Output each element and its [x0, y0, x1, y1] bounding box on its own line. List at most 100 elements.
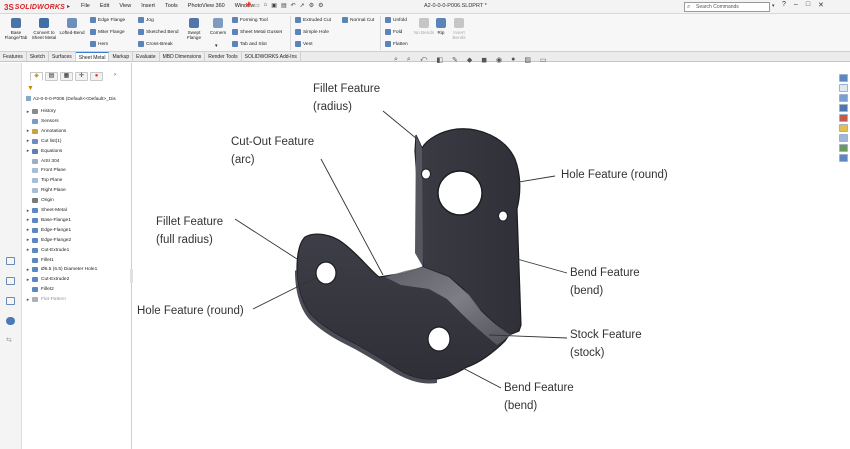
tree-item[interactable]: ▸ History — [24, 107, 56, 116]
print-icon[interactable]: ▤ — [281, 2, 287, 9]
expand-arrow-icon[interactable]: ▸ — [24, 217, 32, 223]
expand-arrow-icon[interactable]: ▸ — [24, 267, 32, 273]
extruded-cut-button[interactable]: Extruded Cut — [295, 17, 331, 23]
tab-and-slot-button[interactable]: Tab and Slot — [232, 41, 267, 47]
tree-item[interactable]: Fillet1 — [24, 256, 54, 265]
expand-arrow-icon[interactable]: ▸ — [24, 128, 32, 134]
tab-features[interactable]: Features — [0, 52, 27, 61]
tree-item[interactable]: ▸ Equations — [24, 147, 63, 156]
new-icon[interactable]: ▭ — [254, 2, 260, 9]
expand-arrow-icon[interactable]: ▸ — [24, 277, 32, 283]
tree-root-part[interactable]: A2-0-0-0-P006 (Default<<Default>_Dis — [26, 96, 116, 102]
tree-item[interactable]: Right Plane — [24, 186, 66, 195]
dimxpert-manager-tab-icon[interactable]: ✛ — [75, 72, 88, 81]
expand-arrow-icon[interactable]: ▸ — [24, 297, 32, 303]
lofted-bend-button[interactable]: Lofted-Bend — [58, 18, 86, 35]
base-flange-button[interactable]: Base Flange/Tab — [2, 18, 30, 40]
search-commands-input[interactable]: ⌕ Search Commands — [684, 2, 770, 12]
view-palette-pane-icon[interactable] — [839, 104, 848, 112]
insert-bends-button[interactable]: Insert Bends — [447, 18, 471, 40]
convert-to-sheet-metal-button[interactable]: Convert to Sheet Metal — [30, 18, 58, 40]
appearances-pane-icon[interactable] — [839, 114, 848, 122]
tree-item[interactable]: ▸ Edge-Flange2 — [24, 236, 71, 245]
expand-arrow-icon[interactable]: ▸ — [24, 138, 32, 144]
forum-pane-icon[interactable] — [839, 134, 848, 142]
graphics-area[interactable]: Fillet Feature (radius) Cut-Out Feature … — [133, 63, 837, 449]
design-library-pane-icon[interactable] — [839, 84, 848, 92]
expand-arrow-icon[interactable]: ▸ — [24, 247, 32, 253]
menu-edit[interactable]: Edit — [99, 2, 110, 10]
tree-item[interactable]: ▸ Cut-Extrude2 — [24, 275, 70, 284]
tree-item[interactable]: Front Plane — [24, 166, 66, 175]
menu-insert[interactable]: Insert — [140, 2, 156, 10]
menu-tools[interactable]: Tools — [164, 2, 179, 10]
edge-flange-button[interactable]: Edge Flange — [90, 17, 125, 23]
corners-button[interactable]: Corners — [206, 18, 230, 35]
file-explorer-icon[interactable] — [6, 277, 15, 285]
solidworks-logo[interactable]: 3S SOLIDWORKS — [4, 2, 65, 12]
expand-arrow-icon[interactable]: ▸ — [24, 148, 32, 154]
menu-photoview[interactable]: PhotoView 360 — [187, 2, 226, 10]
menu-expand-arrow-icon[interactable]: ▸ — [67, 3, 70, 10]
feature-manager-tab-icon[interactable]: ◆ — [30, 72, 43, 81]
tree-item[interactable]: Top Plane — [24, 176, 62, 185]
sheet-metal-bracket-model[interactable] — [133, 63, 837, 449]
tab-evaluate[interactable]: Evaluate — [133, 52, 160, 61]
panel-next-arrow-icon[interactable]: › — [114, 72, 116, 78]
expand-arrow-icon[interactable]: ▸ — [24, 227, 32, 233]
expand-arrow-icon[interactable]: ▸ — [24, 208, 32, 214]
rebuild-icon[interactable]: ⚙ — [309, 2, 314, 9]
tree-item[interactable]: Origin — [24, 196, 54, 205]
tree-item[interactable]: Sensors — [24, 117, 59, 126]
tree-item[interactable]: ▸ Cut-Extrude1 — [24, 246, 70, 255]
minimize-icon[interactable]: – — [794, 1, 798, 9]
tab-surfaces[interactable]: Surfaces — [49, 52, 76, 61]
tab-markup[interactable]: Markup — [109, 52, 134, 61]
expand-arrow-icon[interactable]: ▸ — [24, 237, 32, 243]
hem-button[interactable]: Hem — [90, 41, 108, 47]
corners-dropdown-icon[interactable]: ▾ — [215, 43, 218, 49]
custom-properties-icon[interactable]: ⇆ — [6, 337, 15, 345]
design-library-icon[interactable] — [6, 257, 15, 265]
tree-item[interactable]: Fillet2 — [24, 285, 54, 294]
sketched-bend-button[interactable]: Sketched Bend — [138, 29, 179, 35]
tree-item[interactable]: ▸ Edge-Flange1 — [24, 226, 71, 235]
pin-icon[interactable]: 📌 — [244, 2, 251, 9]
close-icon[interactable]: ✕ — [818, 1, 824, 9]
open-icon[interactable]: ⌂ — [264, 2, 268, 9]
forming-tool-button[interactable]: Forming Tool — [232, 17, 268, 23]
search-dropdown-icon[interactable]: ▾ — [772, 3, 775, 9]
maximize-icon[interactable]: □ — [806, 1, 810, 9]
flatten-button[interactable]: Flatten — [385, 41, 408, 47]
configuration-manager-tab-icon[interactable]: ▦ — [60, 72, 73, 81]
appearances-icon[interactable] — [6, 317, 15, 325]
tree-item[interactable]: ▸ Ø6.5 (6.5) Diameter Hole1 — [24, 265, 98, 274]
save-icon[interactable]: ▣ — [271, 2, 277, 9]
select-icon[interactable]: ➚ — [300, 2, 305, 9]
help-icon[interactable]: ? — [782, 1, 786, 9]
display-manager-tab-icon[interactable]: ● — [90, 72, 103, 81]
solidworks-resources-icon[interactable] — [839, 74, 848, 82]
cross-break-button[interactable]: Cross-Break — [138, 41, 173, 47]
tree-item[interactable]: ▸ Flat-Pattern — [24, 295, 66, 304]
fold-button[interactable]: Fold — [385, 29, 402, 35]
tab-mbd-dimensions[interactable]: MBD Dimensions — [160, 52, 206, 61]
tree-item[interactable]: ▸ Annotations — [24, 127, 67, 136]
vent-button[interactable]: Vent — [295, 41, 313, 47]
options-icon[interactable]: ⚙ — [318, 2, 323, 9]
extra-pane-icon[interactable] — [839, 154, 848, 162]
menu-view[interactable]: View — [118, 2, 132, 10]
tree-item[interactable]: ▸ Sheet-Metal — [24, 206, 67, 215]
tree-item[interactable]: ▸ Base-Flange1 — [24, 216, 71, 225]
view-palette-icon[interactable] — [6, 297, 15, 305]
file-explorer-pane-icon[interactable] — [839, 94, 848, 102]
sheet-metal-gusset-button[interactable]: Sheet Metal Gusset — [232, 29, 282, 35]
normal-cut-button[interactable]: Normal Cut — [342, 17, 374, 23]
solidworks-forum-icon[interactable] — [839, 144, 848, 152]
miter-flange-button[interactable]: Miter Flange — [90, 29, 125, 35]
expand-arrow-icon[interactable]: ▸ — [24, 109, 32, 115]
menu-file[interactable]: File — [80, 2, 91, 10]
undo-icon[interactable]: ↶ — [291, 2, 296, 9]
tab-sketch[interactable]: Sketch — [27, 52, 50, 61]
custom-properties-pane-icon[interactable] — [839, 124, 848, 132]
